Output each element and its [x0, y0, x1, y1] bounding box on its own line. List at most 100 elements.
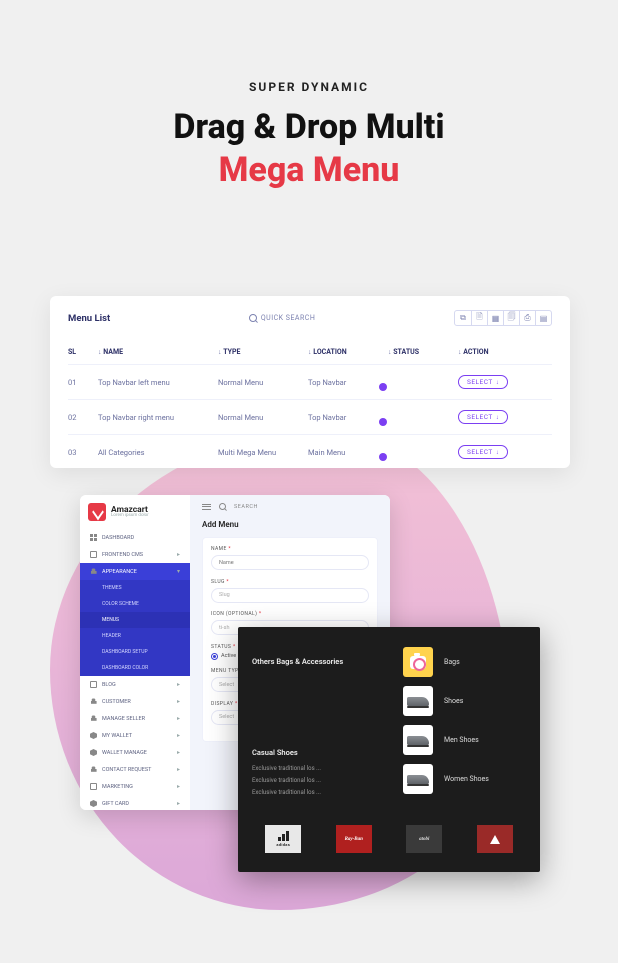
- triangle-icon: [490, 835, 500, 844]
- brand-label: Ray-Ban: [345, 837, 363, 842]
- table-row: 03 All Categories Multi Mega Menu Main M…: [68, 434, 552, 468]
- file-icon[interactable]: 🗎: [471, 311, 487, 325]
- search-icon: [249, 314, 257, 322]
- mega-item[interactable]: Shoes: [403, 686, 526, 716]
- brand-tile-atobi[interactable]: atobi: [406, 825, 442, 853]
- mega-text-line[interactable]: Exclusive traditional los ...: [252, 777, 375, 784]
- brand-label: atobi: [419, 837, 429, 842]
- sidebar-item-label: COLOR SCHEME: [102, 601, 139, 607]
- cell-type: Normal Menu: [218, 413, 308, 422]
- name-input[interactable]: [211, 555, 369, 570]
- ico-user-icon: [90, 715, 97, 722]
- cell-name: Top Navbar right menu: [98, 413, 218, 422]
- sidebar-item-label: APPEARANCE: [102, 569, 137, 575]
- mega-text-line[interactable]: Exclusive traditional los ...: [252, 765, 375, 772]
- copy-icon[interactable]: ⧉: [455, 311, 471, 325]
- mega-item-label: Shoes: [444, 697, 463, 705]
- col-status[interactable]: STATUS: [388, 348, 458, 356]
- sidebar-item[interactable]: MARKETING▸: [80, 778, 190, 795]
- icon-label: ICON (OPTIONAL): [211, 611, 369, 617]
- cell-sl: 03: [68, 448, 98, 457]
- cell-location: Top Navbar: [308, 413, 388, 422]
- grid-icon[interactable]: ▦: [487, 311, 503, 325]
- sidebar-item[interactable]: MY WALLET▸: [80, 727, 190, 744]
- slug-input[interactable]: [211, 588, 369, 603]
- menu-list-panel: Menu List QUICK SEARCH ⧉🗎▦🗐⎙▤ SL NAME TY…: [50, 296, 570, 468]
- ico-user-icon: [90, 698, 97, 705]
- sidebar-item[interactable]: BLOG▸: [80, 676, 190, 693]
- select-button[interactable]: SELECT: [458, 375, 508, 389]
- col-action[interactable]: ACTION: [458, 348, 548, 356]
- chevron-icon: ▸: [177, 783, 180, 790]
- col-name[interactable]: NAME: [98, 348, 218, 356]
- brand-tile-rayban[interactable]: Ray-Ban: [336, 825, 372, 853]
- sidebar-item-label: WALLET MANAGE: [102, 750, 147, 756]
- slug-label: SLUG: [211, 579, 369, 585]
- export-toolbar: ⧉🗎▦🗐⎙▤: [454, 310, 552, 326]
- mega-text-line[interactable]: Exclusive traditional los ...: [252, 789, 375, 796]
- ico-cube-icon: [90, 749, 97, 756]
- table-row: 02 Top Navbar right menu Normal Menu Top…: [68, 399, 552, 434]
- col-type[interactable]: TYPE: [218, 348, 308, 356]
- pdf-icon[interactable]: 🗐: [503, 311, 519, 325]
- col-location[interactable]: LOCATION: [308, 348, 388, 356]
- cell-action: SELECT: [458, 410, 548, 424]
- cell-location: Top Navbar: [308, 378, 388, 387]
- camera-thumb-icon: [403, 647, 433, 677]
- sidebar-subitem[interactable]: DASHBOARD SETUP: [80, 644, 190, 660]
- radio-dot-icon: [211, 653, 218, 660]
- sidebar-item-label: GIFT CARD: [102, 801, 129, 807]
- cell-type: Normal Menu: [218, 378, 308, 387]
- sidebar-item-label: MANAGE SELLER: [102, 716, 145, 722]
- sidebar-item[interactable]: WALLET MANAGE▸: [80, 744, 190, 761]
- sidebar-item[interactable]: APPEARANCE▾: [80, 563, 190, 580]
- mega-item[interactable]: Men Shoes: [403, 725, 526, 755]
- brand-row: adidas Ray-Ban atobi: [238, 817, 540, 867]
- sidebar-item-label: CUSTOMER: [102, 699, 131, 705]
- sidebar-subitem[interactable]: COLOR SCHEME: [80, 596, 190, 612]
- sidebar-item-label: DASHBOARD SETUP: [102, 649, 148, 655]
- ico-doc-icon: [90, 681, 97, 688]
- select-button[interactable]: SELECT: [458, 445, 508, 459]
- hero-title: Drag & Drop Multi Mega Menu: [0, 106, 618, 191]
- mega-item[interactable]: Bags: [403, 647, 526, 677]
- brand-tile-adidas[interactable]: adidas: [265, 825, 301, 853]
- menu-toggle-icon[interactable]: [202, 504, 211, 510]
- category-heading-2[interactable]: Casual Shoes: [252, 748, 375, 757]
- page-heading: Add Menu: [202, 520, 378, 529]
- columns-icon[interactable]: ▤: [535, 311, 551, 325]
- sidebar-item-label: CONTACT REQUEST: [102, 767, 151, 773]
- hero-eyebrow: SUPER DYNAMIC: [0, 80, 618, 94]
- cell-sl: 02: [68, 413, 98, 422]
- chevron-icon: ▸: [177, 800, 180, 807]
- print-icon[interactable]: ⎙: [519, 311, 535, 325]
- sidebar-subitem[interactable]: MENUS: [80, 612, 190, 628]
- cell-name: All Categories: [98, 448, 218, 457]
- sidebar-subitem[interactable]: DASHBOARD COLOR: [80, 660, 190, 676]
- ico-cube-icon: [90, 800, 97, 807]
- sidebar-subitem[interactable]: HEADER: [80, 628, 190, 644]
- cell-action: SELECT: [458, 375, 548, 389]
- sidebar-item[interactable]: DASHBOARD: [80, 529, 190, 546]
- sidebar-item[interactable]: GIFT CARD ▸: [80, 795, 190, 810]
- cell-location: Main Menu: [308, 448, 388, 457]
- search-label[interactable]: SEARCH: [234, 504, 258, 510]
- mega-item[interactable]: Women Shoes: [403, 764, 526, 794]
- select-button[interactable]: SELECT: [458, 410, 508, 424]
- brand-tile-generic[interactable]: [477, 825, 513, 853]
- quick-search[interactable]: QUICK SEARCH: [249, 314, 316, 322]
- chevron-icon: ▸: [177, 551, 180, 558]
- brand[interactable]: Amazcart Lorem ipsum dolor: [80, 495, 190, 529]
- shoe-thumb-icon: [403, 764, 433, 794]
- sidebar-item[interactable]: CONTACT REQUEST▸: [80, 761, 190, 778]
- sidebar-item[interactable]: CUSTOMER▸: [80, 693, 190, 710]
- cell-action: SELECT: [458, 445, 548, 459]
- sidebar-item[interactable]: MANAGE SELLER▸: [80, 710, 190, 727]
- sidebar-subitem[interactable]: THEMES: [80, 580, 190, 596]
- panel-title: Menu List: [68, 313, 110, 324]
- sidebar-item[interactable]: FRONTEND CMS▸: [80, 546, 190, 563]
- category-heading-1[interactable]: Others Bags & Accessories: [252, 657, 375, 666]
- cell-sl: 01: [68, 378, 98, 387]
- sidebar-item-label: HEADER: [102, 633, 121, 639]
- col-sl: SL: [68, 348, 98, 356]
